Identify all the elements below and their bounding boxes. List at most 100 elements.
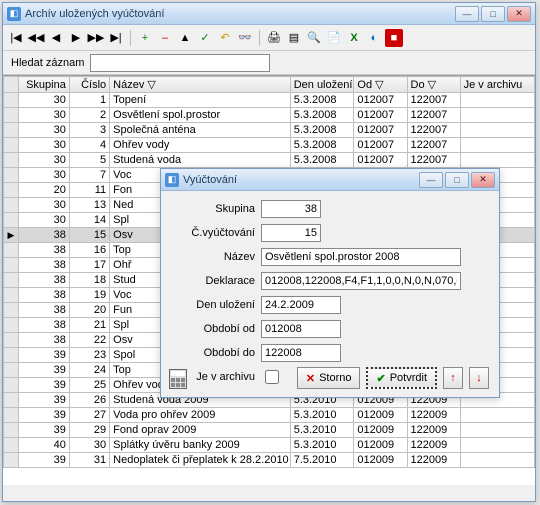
arrow-down-icon: ↓ [476,372,482,384]
add-icon[interactable]: + [136,29,154,47]
cell-cislo: 3 [69,123,109,138]
input-cislo[interactable] [261,224,321,242]
main-toolbar: |◀ ◀◀ ◀ ▶ ▶▶ ▶| + – ▲ ✓ ↶ 👓 🖨 ▤ 🔍 📄 X ◐ … [3,25,535,51]
potvrdit-button[interactable]: ✔ Potvrdit [366,367,437,389]
cell-skupina: 20 [18,183,69,198]
input-od[interactable] [261,320,341,338]
cell-skupina: 39 [18,408,69,423]
row-marker [4,288,19,303]
cell-cislo: 7 [69,168,109,183]
cell-cislo: 17 [69,258,109,273]
label-od: Období od [171,323,261,335]
cell-arch [460,108,534,123]
input-nazev[interactable] [261,248,461,266]
nav-nextpage-icon[interactable]: ▶▶ [87,29,105,47]
table-row[interactable]: 302Osvětlení spol.prostor5.3.20080120071… [4,108,535,123]
table-row[interactable]: 4030Splátky úvěru banky 20095.3.20100120… [4,438,535,453]
table-row[interactable]: 304Ohřev vody5.3.2008012007122007 [4,138,535,153]
table-row[interactable]: 3931Nedoplatek či přeplatek k 28.2.20107… [4,453,535,468]
delete-icon[interactable]: – [156,29,174,47]
table-row[interactable]: 301Topení5.3.2008012007122007 [4,93,535,108]
dialog-maximize-button[interactable]: □ [445,172,469,188]
cell-do: 122007 [407,153,460,168]
col-den[interactable]: Den uložení [290,77,354,93]
input-arch[interactable] [265,370,279,384]
dialog-minimize-button[interactable]: — [419,172,443,188]
cell-od: 012009 [354,438,407,453]
undo-icon[interactable]: ↶ [216,29,234,47]
cell-skupina: 30 [18,93,69,108]
dialog-close-button[interactable]: ✕ [471,172,495,188]
cell-do: 122007 [407,108,460,123]
col-nazev[interactable]: Název ▽ [110,77,291,93]
table-row[interactable]: 305Studená voda5.3.2008012007122007 [4,153,535,168]
row-marker [4,123,19,138]
nav-first-icon[interactable]: |◀ [7,29,25,47]
cell-cislo: 16 [69,243,109,258]
cell-skupina: 39 [18,363,69,378]
export-icon[interactable]: 📄 [325,29,343,47]
help-icon[interactable]: ◐ [365,29,383,47]
minimize-button[interactable]: — [455,6,479,22]
cell-den: 5.3.2010 [290,438,354,453]
label-den: Den uložení [171,299,261,311]
zoom-icon[interactable]: 🔍 [305,29,323,47]
app-icon: ◧ [7,7,21,21]
col-od[interactable]: Od ▽ [354,77,407,93]
cell-cislo: 19 [69,288,109,303]
table-row[interactable]: 3927Voda pro ohřev 20095.3.2010012009122… [4,408,535,423]
cell-od: 012007 [354,153,407,168]
table-row[interactable]: 303Společná anténa5.3.2008012007122007 [4,123,535,138]
prev-record-button[interactable]: ↑ [443,367,463,389]
cell-skupina: 30 [18,138,69,153]
cell-cislo: 1 [69,93,109,108]
row-marker [4,333,19,348]
cell-cislo: 26 [69,393,109,408]
cell-skupina: 39 [18,393,69,408]
excel-icon[interactable]: X [345,29,363,47]
search-input[interactable] [90,54,270,72]
maximize-button[interactable]: □ [481,6,505,22]
row-marker [4,213,19,228]
input-do[interactable] [261,344,341,362]
cell-od: 012007 [354,108,407,123]
confirm-icon[interactable]: ✓ [196,29,214,47]
cell-nazev: Fond oprav 2009 [110,423,291,438]
table-row[interactable]: 3929Fond oprav 20095.3.2010012009122009 [4,423,535,438]
edit-icon[interactable]: ▲ [176,29,194,47]
cell-arch [460,153,534,168]
label-skupina: Skupina [171,203,261,215]
cell-skupina: 38 [18,318,69,333]
search-row: Hledat záznam [3,51,535,75]
cell-od: 012007 [354,123,407,138]
nav-next-icon[interactable]: ▶ [67,29,85,47]
cell-den: 5.3.2008 [290,93,354,108]
col-do[interactable]: Do ▽ [407,77,460,93]
cell-skupina: 38 [18,243,69,258]
input-den[interactable] [261,296,341,314]
storno-button[interactable]: ✕ Storno [297,367,361,389]
search-label: Hledat záznam [11,57,84,69]
cell-skupina: 30 [18,213,69,228]
cell-skupina: 39 [18,423,69,438]
cell-do: 122009 [407,453,460,468]
print-icon[interactable]: 🖨 [265,29,283,47]
calculator-icon[interactable] [169,369,187,389]
nav-prev-icon[interactable]: ◀ [47,29,65,47]
nav-last-icon[interactable]: ▶| [107,29,125,47]
binoculars-icon[interactable]: 👓 [236,29,254,47]
next-record-button[interactable]: ↓ [469,367,489,389]
col-arch[interactable]: Je v archivu [460,77,534,93]
close-button[interactable]: ✕ [507,6,531,22]
input-skupina[interactable] [261,200,321,218]
cell-nazev: Voda pro ohřev 2009 [110,408,291,423]
cell-cislo: 4 [69,138,109,153]
input-deklarace[interactable] [261,272,461,290]
col-skupina[interactable]: Skupina [18,77,69,93]
preview-icon[interactable]: ▤ [285,29,303,47]
cell-skupina: 40 [18,438,69,453]
exit-icon[interactable]: ■ [385,29,403,47]
cell-cislo: 15 [69,228,109,243]
nav-prevpage-icon[interactable]: ◀◀ [27,29,45,47]
col-cislo[interactable]: Číslo [69,77,109,93]
